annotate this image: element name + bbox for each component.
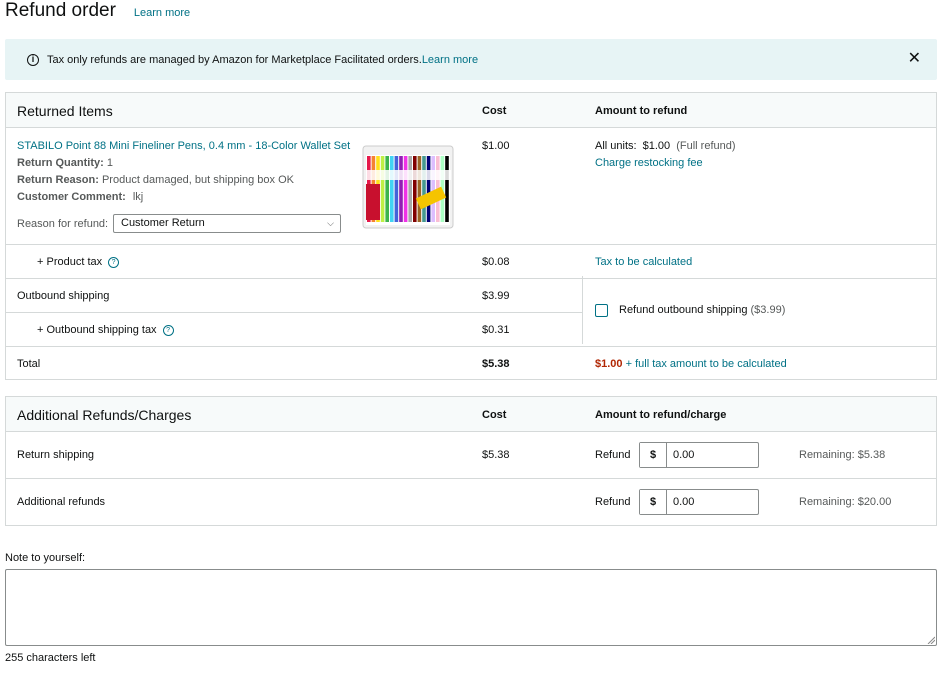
pen-stripe [422,156,426,222]
outbound-shipping-tax-row: + Outbound shipping tax? $0.31 [6,312,582,346]
item-cost: $1.00 [482,140,510,152]
total-row: Total $5.38 $1.00 + full tax amount to b… [6,346,936,380]
total-tax-note: + full tax amount to be calculated [625,358,787,370]
info-icon: i [27,53,39,66]
return-reason-label: Return Reason: [17,174,99,186]
additional-refunds-amount-input[interactable]: $ 0.00 [639,489,759,515]
additional-amount-header: Amount to refund/charge [595,409,727,421]
page-header: Refund order Learn more [5,0,190,28]
all-units-refund: All units: $1.00 (Full refund) [595,140,736,152]
total-label: Total [17,358,41,370]
customer-comment-label: Customer Comment: [17,191,126,203]
full-refund-note: (Full refund) [676,140,736,152]
total-refund-value: $1.00 [595,358,623,370]
product-tax-row: + Product tax? $0.08 Tax to be calculate… [6,244,936,278]
currency-symbol: $ [640,490,667,514]
product-tax-label: + Product tax? [37,256,120,268]
outbound-tax-cost: $0.31 [482,324,510,336]
product-image [362,145,454,229]
additional-refunds-action: Refund [595,496,631,508]
help-icon[interactable]: ? [162,324,174,336]
pen-stripe [403,156,408,222]
resize-grip-icon[interactable] [927,636,935,644]
total-amount: $1.00 + full tax amount to be calculated [595,358,787,370]
outbound-shipping-row: Outbound shipping $3.99 [6,278,582,312]
refund-shipping-divider [582,276,583,344]
outbound-tax-text: + Outbound shipping tax [37,324,157,336]
learn-more-link[interactable]: Learn more [134,7,190,19]
pen-stripe [394,156,399,222]
product-tax-text: + Product tax [37,256,103,268]
product-name-link[interactable]: STABILO Point 88 Mini Fineliner Pens, 0.… [17,140,350,152]
pen-stripe [380,156,385,222]
all-units-value: $1.00 [642,140,671,152]
refund-outbound-shipping-checkbox[interactable] [595,304,608,317]
total-cost: $5.38 [482,358,510,370]
product-tax-cost: $0.08 [482,256,510,268]
additional-refunds-panel: Additional Refunds/Charges Cost Amount t… [5,396,937,526]
cost-column-header: Cost [482,105,507,117]
refund-outbound-amount: ($3.99) [750,304,786,316]
help-icon[interactable]: ? [108,256,120,268]
pen-stripe [417,156,422,222]
pen-band [367,170,451,180]
customer-comment-value: lkj [132,191,144,203]
return-quantity-value: 1 [106,157,113,169]
returned-items-title: Returned Items [17,103,113,119]
characters-left: 255 characters left [5,652,96,664]
additional-refunds-amount-value: 0.00 [673,496,695,508]
charge-restocking-fee-link[interactable]: Charge restocking fee [595,157,703,169]
refund-outbound-shipping-label: Refund outbound shipping ($3.99) [619,304,785,316]
all-units-label: All units: [595,140,637,152]
outbound-shipping-label: Outbound shipping [17,290,110,302]
return-shipping-remaining: Remaining: $5.38 [799,449,886,461]
banner-learn-more-link[interactable]: Learn more [422,54,478,66]
pen-stripe [399,156,403,222]
close-icon[interactable]: ✕ [908,50,921,68]
pen-stripe [408,156,412,222]
pen-stripe [426,156,431,222]
chevron-down-icon: ⌵ [327,218,334,228]
refund-reason-label: Reason for refund: [17,218,109,230]
return-quantity: Return Quantity: 1 [17,157,113,169]
return-reason: Return Reason: Product damaged, but ship… [17,174,294,186]
banner-message: Tax only refunds are managed by Amazon f… [47,53,422,66]
banner-text: Tax only refunds are managed by Amazon f… [47,54,478,66]
additional-refunds-remaining: Remaining: $20.00 [799,496,892,508]
note-label: Note to yourself: [5,552,86,564]
returned-item-row: STABILO Point 88 Mini Fineliner Pens, 0.… [6,127,936,244]
page-title: Refund order [5,0,116,21]
return-reason-value: Product damaged, but shipping box OK [101,174,294,186]
return-quantity-label: Return Quantity: [17,157,104,169]
pen-stripe [431,156,435,222]
additional-refunds-title: Additional Refunds/Charges [17,407,192,423]
outbound-tax-label: + Outbound shipping tax? [37,324,174,336]
refund-reason-select[interactable]: Customer Return ⌵ [113,214,341,233]
return-shipping-label: Return shipping [17,449,95,461]
customer-comment: Customer Comment: lkj [17,191,143,203]
tax-info-banner: i Tax only refunds are managed by Amazon… [5,39,937,80]
return-shipping-amount-input[interactable]: $ 0.00 [639,442,759,468]
amount-column-header: Amount to refund [595,105,688,117]
tax-to-be-calculated: Tax to be calculated [595,256,693,268]
pen-stripe [385,156,389,222]
refund-reason-value: Customer Return [121,217,205,229]
return-shipping-row: Return shipping $5.38 Refund $ 0.00 Rema… [6,431,936,478]
additional-cost-header: Cost [482,409,507,421]
additional-refunds-row: Additional refunds Refund $ 0.00 Remaini… [6,478,936,525]
note-textarea[interactable] [5,569,937,646]
pen-stripe [445,156,449,222]
currency-symbol: $ [640,443,667,467]
return-shipping-amount-value: 0.00 [673,449,695,461]
return-shipping-cost: $5.38 [482,449,510,461]
refund-outbound-text: Refund outbound shipping [619,304,748,316]
pen-stripe [390,156,394,222]
returned-items-panel: Returned Items Cost Amount to refund STA… [5,92,937,380]
returned-items-header [6,93,936,127]
additional-refunds-label: Additional refunds [17,496,106,508]
outbound-shipping-cost: $3.99 [482,290,510,302]
pen-stripe [413,156,417,222]
outbound-divider [582,278,936,279]
return-shipping-action: Refund [595,449,631,461]
